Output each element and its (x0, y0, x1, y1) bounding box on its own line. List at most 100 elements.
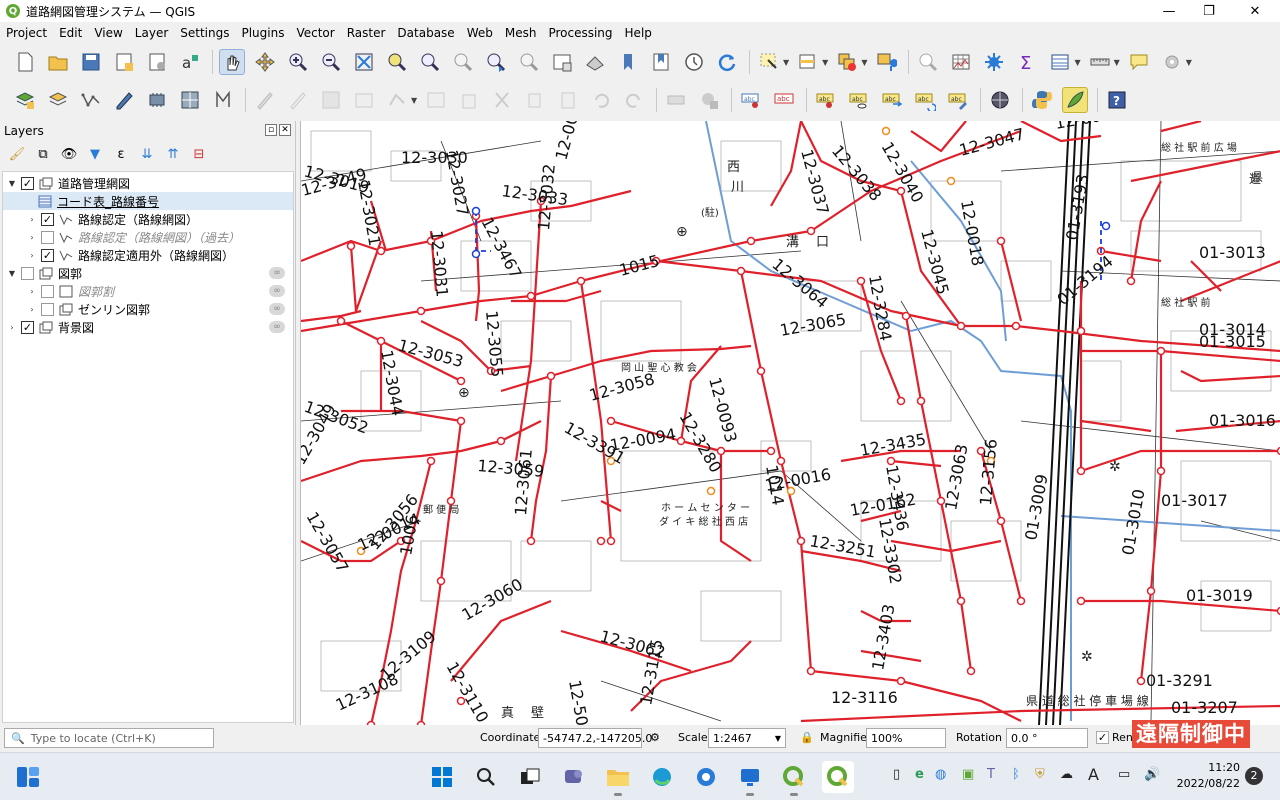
cut-features-icon[interactable] (489, 87, 515, 113)
select-features-icon[interactable] (756, 49, 782, 75)
collapse-arrow-icon[interactable]: › (27, 215, 37, 224)
add-vector-icon[interactable] (45, 87, 71, 113)
move-label-icon[interactable]: abc (879, 87, 905, 113)
layout-manager-icon[interactable] (144, 49, 170, 75)
teams-tray-icon[interactable]: T (987, 767, 995, 782)
rotate-label-icon[interactable]: abc (912, 87, 938, 113)
toolbox-icon[interactable] (981, 49, 1007, 75)
expand-arrow-icon[interactable]: ▼ (7, 269, 17, 278)
style-manager-icon[interactable]: a (177, 49, 203, 75)
layer-tree-item[interactable]: › ✓ 背景図 ∞ (3, 318, 293, 336)
zoom-in-icon[interactable] (285, 49, 311, 75)
new-print-layout-icon[interactable] (111, 49, 137, 75)
locate-search-input[interactable]: 🔍 Type to locate (Ctrl+K) (4, 728, 214, 748)
temporal-controller-icon[interactable] (681, 49, 707, 75)
browser-icon[interactable] (690, 761, 722, 793)
pin-labels-icon[interactable]: abc (738, 87, 764, 113)
menu-project[interactable]: Project (6, 26, 47, 40)
task-view-icon[interactable] (514, 761, 546, 793)
attribute-table-icon[interactable] (948, 49, 974, 75)
menu-view[interactable]: View (94, 26, 122, 40)
measure-line-icon[interactable] (1087, 49, 1113, 75)
menu-plugins[interactable]: Plugins (241, 26, 284, 40)
security-warning-icon[interactable]: ⛨ (1035, 767, 1045, 782)
volume-icon[interactable]: 🔊 (1144, 767, 1160, 782)
menu-raster[interactable]: Raster (347, 26, 386, 40)
add-wms-icon[interactable] (210, 87, 236, 113)
new-3d-view-icon[interactable] (582, 49, 608, 75)
remote-desktop-icon[interactable] (734, 761, 766, 796)
zoom-next-icon[interactable] (516, 49, 542, 75)
layer-tree-item[interactable]: › ゼンリン図郭 ∞ (3, 300, 293, 318)
close-button[interactable]: ✕ (1232, 0, 1278, 22)
zoom-last-icon[interactable] (483, 49, 509, 75)
settings-gear-icon[interactable] (1159, 49, 1185, 75)
widgets-icon[interactable] (12, 761, 44, 793)
layer-tree-item[interactable]: ▼ ✓ 道路管理網図 (3, 174, 293, 192)
refresh-icon[interactable] (714, 49, 740, 75)
render-checkbox[interactable]: ✓ (1096, 731, 1109, 744)
filter-expression-icon[interactable]: ε (112, 145, 130, 163)
add-group-icon[interactable]: ⧉ (34, 145, 52, 163)
statistics-icon[interactable]: Σ (1014, 49, 1040, 75)
data-source-manager-icon[interactable] (12, 87, 38, 113)
vertex-tool-icon[interactable] (384, 87, 410, 113)
show-bookmarks-icon[interactable] (648, 49, 674, 75)
rotation-spinbox[interactable]: 0.0 ° (1006, 728, 1088, 748)
collapse-arrow-icon[interactable]: › (27, 251, 37, 260)
network-icon[interactable]: ▭ (1118, 767, 1130, 782)
manage-visibility-icon[interactable]: 👁 (60, 145, 78, 163)
magnifier-spinbox[interactable]: 100% (866, 728, 946, 748)
toggle-label-display-icon[interactable]: abc (846, 87, 872, 113)
collapse-arrow-icon[interactable]: › (27, 287, 37, 296)
menu-help[interactable]: Help (625, 26, 652, 40)
collapse-arrow-icon[interactable]: › (27, 233, 37, 242)
open-project-icon[interactable] (45, 49, 71, 75)
layer-tree-item[interactable]: › ✓ 路線認定（路線網図） (3, 210, 293, 228)
bluetooth-icon[interactable]: ᛒ (1012, 767, 1020, 782)
layer-visibility-checkbox[interactable] (41, 302, 54, 316)
layer-tree-item[interactable]: ▼ 図郭 ∞ (3, 264, 293, 282)
layer-visibility-checkbox[interactable] (41, 230, 54, 244)
layer-visibility-checkbox[interactable]: ✓ (21, 320, 34, 334)
python-console-icon[interactable] (1029, 87, 1055, 113)
identify-icon[interactable] (915, 49, 941, 75)
save-project-icon[interactable] (78, 49, 104, 75)
cloud-offline-icon[interactable]: ☁ (1060, 767, 1073, 782)
layer-tree-item[interactable]: › 路線認定（路線網図）（過去） (3, 228, 293, 246)
notification-badge[interactable]: 2 (1245, 767, 1263, 785)
select-location-icon[interactable] (873, 49, 899, 75)
pan-to-selection-icon[interactable] (252, 49, 278, 75)
menu-edit[interactable]: Edit (59, 26, 82, 40)
teams-chat-icon[interactable] (558, 761, 590, 793)
layer-visibility-checkbox[interactable]: ✓ (41, 248, 54, 262)
highlight-pinned-icon[interactable]: abc (813, 87, 839, 113)
extents-toggle-icon[interactable]: ⚙ (650, 731, 660, 744)
layer-visibility-checkbox[interactable] (41, 284, 54, 298)
new-project-icon[interactable] (12, 49, 38, 75)
virtual-layer-icon[interactable] (177, 87, 203, 113)
qgis-taskbar-icon[interactable] (778, 761, 810, 796)
coordinate-field[interactable]: -54747.2,-147205.0 (538, 728, 652, 748)
style-panel-icon[interactable]: 🖌 (8, 145, 26, 163)
zoom-full-icon[interactable] (351, 49, 377, 75)
zoom-native-icon[interactable] (450, 49, 476, 75)
remove-layer-icon[interactable]: ⊟ (190, 145, 208, 163)
plugin-globe-icon[interactable] (987, 87, 1013, 113)
toggle-editing-icon[interactable] (285, 87, 311, 113)
menu-web[interactable]: Web (467, 26, 493, 40)
ime-indicator[interactable]: A (1088, 765, 1099, 784)
edge-icon[interactable] (646, 761, 678, 793)
file-explorer-icon[interactable] (602, 761, 634, 796)
zoom-to-selection-icon[interactable] (384, 49, 410, 75)
undo-icon[interactable] (588, 87, 614, 113)
menu-mesh[interactable]: Mesh (505, 26, 537, 40)
usb-icon[interactable]: ▯ (893, 767, 900, 782)
label-tool-icon[interactable] (663, 87, 689, 113)
filter-legend-icon[interactable]: ▼ (86, 145, 104, 163)
menu-vector[interactable]: Vector (296, 26, 334, 40)
lock-scale-icon[interactable]: 🔒 (800, 731, 814, 744)
show-hide-labels-icon[interactable]: abc (771, 87, 797, 113)
layer-visibility-checkbox[interactable]: ✓ (41, 212, 54, 226)
change-label-icon[interactable]: abc (945, 87, 971, 113)
